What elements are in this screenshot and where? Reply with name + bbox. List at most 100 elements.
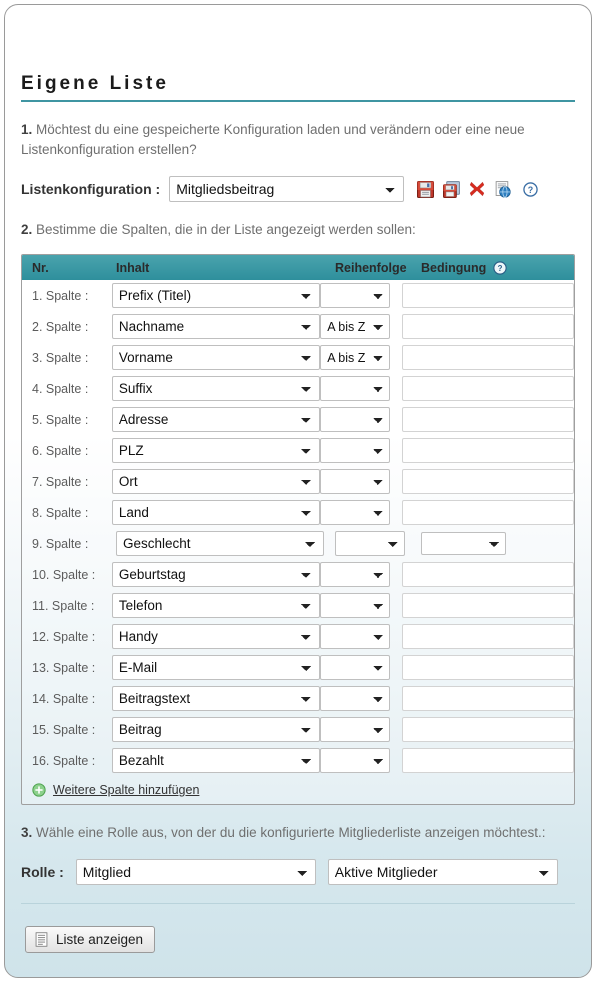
inhalt-cell: Handy <box>112 624 320 649</box>
listenkonfiguration-label: Listenkonfiguration : <box>21 181 160 197</box>
bedingung-cell <box>402 283 574 308</box>
inhalt-select[interactable]: Ort <box>112 469 320 494</box>
inhalt-cell: Vorname <box>112 345 320 370</box>
inhalt-select[interactable]: Land <box>112 500 320 525</box>
inhalt-select[interactable]: Nachname <box>112 314 320 339</box>
reihenfolge-cell <box>320 500 402 525</box>
reihenfolge-select[interactable] <box>320 717 390 742</box>
bedingung-cell <box>402 655 574 680</box>
bedingung-input[interactable] <box>402 562 574 587</box>
bedingung-input[interactable] <box>402 345 574 370</box>
table-row: 5. Spalte :Adresse <box>22 404 574 435</box>
inhalt-select[interactable]: PLZ <box>112 438 320 463</box>
bedingung-input[interactable] <box>402 500 574 525</box>
bedingung-input[interactable] <box>402 469 574 494</box>
inhalt-cell: PLZ <box>112 438 320 463</box>
bedingung-input[interactable] <box>402 283 574 308</box>
reihenfolge-select[interactable] <box>320 686 390 711</box>
step-1-description: Möchtest du eine gespeicherte Konfigurat… <box>21 122 525 157</box>
row-number-label: 15. Spalte : <box>32 723 112 737</box>
bedingung-input[interactable] <box>402 593 574 618</box>
inhalt-select[interactable]: Beitrag <box>112 717 320 742</box>
inhalt-select[interactable]: Geschlecht <box>116 531 324 556</box>
help-icon[interactable]: ? <box>523 182 538 197</box>
reihenfolge-select[interactable]: A bis Z <box>320 345 390 370</box>
table-row: 7. Spalte :Ort <box>22 466 574 497</box>
inhalt-cell: E-Mail <box>112 655 320 680</box>
inhalt-select[interactable]: Prefix (Titel) <box>112 283 320 308</box>
inhalt-select[interactable]: Adresse <box>112 407 320 432</box>
help-icon[interactable]: ? <box>493 261 507 275</box>
inhalt-select[interactable]: Suffix <box>112 376 320 401</box>
header-reihenfolge: Reihenfolge <box>335 261 421 275</box>
table-row: 11. Spalte :Telefon <box>22 590 574 621</box>
inhalt-cell: Prefix (Titel) <box>112 283 320 308</box>
reihenfolge-select[interactable] <box>320 283 390 308</box>
bedingung-cell <box>402 562 574 587</box>
bedingung-select[interactable] <box>421 532 506 555</box>
inhalt-select[interactable]: Bezahlt <box>112 748 320 773</box>
table-row: 1. Spalte :Prefix (Titel) <box>22 280 574 311</box>
footer-divider <box>21 903 575 904</box>
plus-circle-icon[interactable] <box>32 783 46 797</box>
bedingung-cell <box>402 314 574 339</box>
reihenfolge-select[interactable] <box>335 531 405 556</box>
header-bedingung: Bedingung <box>421 261 486 275</box>
table-row: 13. Spalte :E-Mail <box>22 652 574 683</box>
bedingung-cell <box>402 376 574 401</box>
mitglieder-status-select[interactable]: Aktive Mitglieder <box>328 859 558 885</box>
reihenfolge-cell <box>320 469 402 494</box>
bedingung-cell <box>402 686 574 711</box>
bedingung-input[interactable] <box>402 655 574 680</box>
inhalt-select[interactable]: Handy <box>112 624 320 649</box>
reihenfolge-select[interactable] <box>320 438 390 463</box>
save-icon[interactable] <box>417 181 434 198</box>
reihenfolge-select[interactable]: A bis Z <box>320 314 390 339</box>
rolle-select[interactable]: Mitglied <box>76 859 316 885</box>
bedingung-cell <box>402 748 574 773</box>
inhalt-cell: Nachname <box>112 314 320 339</box>
reihenfolge-select[interactable] <box>320 748 390 773</box>
inhalt-select[interactable]: Telefon <box>112 593 320 618</box>
reihenfolge-select[interactable] <box>320 500 390 525</box>
reihenfolge-select[interactable] <box>320 407 390 432</box>
step-1-text: 1. Möchtest du eine gespeicherte Konfigu… <box>21 120 575 160</box>
bedingung-cell <box>402 500 574 525</box>
reihenfolge-select[interactable] <box>320 376 390 401</box>
reihenfolge-select[interactable] <box>320 593 390 618</box>
table-row: 10. Spalte :Geburtstag <box>22 559 574 590</box>
bedingung-input[interactable] <box>402 407 574 432</box>
bedingung-cell <box>402 624 574 649</box>
add-column-row[interactable]: Weitere Spalte hinzufügen <box>22 776 574 804</box>
inhalt-cell: Land <box>112 500 320 525</box>
bedingung-input[interactable] <box>402 376 574 401</box>
add-column-link[interactable]: Weitere Spalte hinzufügen <box>53 783 199 797</box>
inhalt-select[interactable]: Vorname <box>112 345 320 370</box>
show-list-button[interactable]: Liste anzeigen <box>25 926 155 953</box>
row-number-label: 2. Spalte : <box>32 320 112 334</box>
reihenfolge-select[interactable] <box>320 562 390 587</box>
bedingung-input[interactable] <box>402 748 574 773</box>
listenkonfiguration-select[interactable]: Mitgliedsbeitrag <box>169 176 404 202</box>
reihenfolge-select[interactable] <box>320 624 390 649</box>
reihenfolge-select[interactable] <box>320 655 390 680</box>
bedingung-input[interactable] <box>402 438 574 463</box>
delete-icon[interactable] <box>469 181 485 197</box>
table-row: 12. Spalte :Handy <box>22 621 574 652</box>
list-icon <box>34 932 49 947</box>
step-3-number: 3. <box>21 825 32 840</box>
inhalt-select[interactable]: E-Mail <box>112 655 320 680</box>
bedingung-input[interactable] <box>402 717 574 742</box>
page-frame: Eigene Liste 1. Möchtest du eine gespeic… <box>4 4 592 978</box>
load-icon[interactable] <box>494 181 511 198</box>
inhalt-select[interactable]: Beitragstext <box>112 686 320 711</box>
bedingung-input[interactable] <box>402 624 574 649</box>
bedingung-cell <box>402 438 574 463</box>
reihenfolge-select[interactable] <box>320 469 390 494</box>
save-as-icon[interactable] <box>443 181 460 198</box>
header-bedingung-group: Bedingung ? <box>421 261 507 275</box>
inhalt-select[interactable]: Geburtstag <box>112 562 320 587</box>
bedingung-input[interactable] <box>402 314 574 339</box>
bedingung-input[interactable] <box>402 686 574 711</box>
row-number-label: 9. Spalte : <box>32 537 116 551</box>
